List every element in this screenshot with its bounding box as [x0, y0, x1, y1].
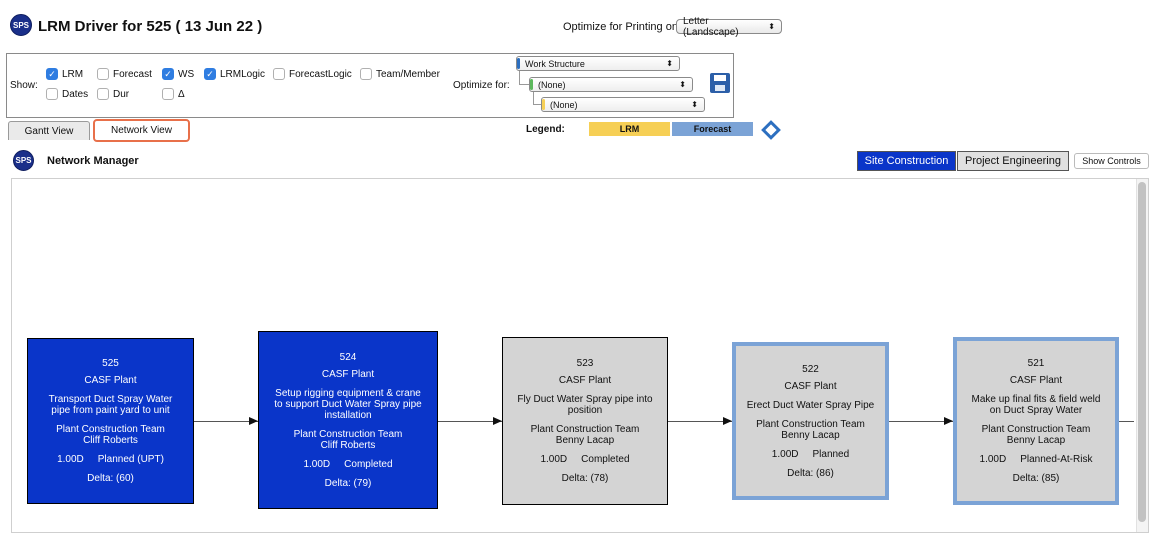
activity-node-525[interactable]: 525 CASF Plant Transport Duct Spray Wate… — [27, 338, 194, 504]
legend-forecast: Forecast — [672, 122, 753, 136]
checkbox-checked-icon: ✓ — [204, 68, 216, 80]
print-layout-select[interactable]: Letter (Landscape) ⬍ — [676, 16, 782, 38]
optimize-select-1[interactable]: Work Structure ⬍ — [516, 56, 680, 71]
checkbox-lrm[interactable]: ✓ LRM — [46, 68, 83, 80]
network-canvas[interactable]: 525 CASF Plant Transport Duct Spray Wate… — [11, 178, 1149, 533]
select-arrows-icon: ⬍ — [679, 79, 686, 89]
select-arrows-icon: ⬍ — [768, 21, 775, 31]
optimize-select-3[interactable]: (None) ⬍ — [541, 97, 705, 112]
checkbox-unchecked-icon — [360, 68, 372, 80]
tab-gantt-view[interactable]: Gantt View — [8, 121, 90, 140]
sps-logo: SPS — [10, 14, 32, 36]
tab-network-view[interactable]: Network View — [93, 119, 190, 142]
checkbox-unchecked-icon — [273, 68, 285, 80]
sps-logo: SPS — [13, 150, 34, 171]
arrow-right-icon — [723, 417, 732, 425]
show-label: Show: — [10, 80, 38, 91]
optimize-select-2[interactable]: (None) ⬍ — [529, 77, 693, 92]
save-icon[interactable] — [710, 73, 730, 93]
arrow-right-icon — [944, 417, 953, 425]
checkbox-lrmlogic[interactable]: ✓ LRMLogic — [204, 68, 265, 80]
activity-node-523[interactable]: 523 CASF Plant Fly Duct Water Spray pipe… — [502, 337, 668, 505]
checkbox-delta[interactable]: Δ — [162, 88, 185, 100]
checkbox-checked-icon: ✓ — [46, 68, 58, 80]
select-arrows-icon: ⬍ — [691, 99, 698, 109]
milestone-diamond-icon — [761, 120, 781, 140]
checkbox-unchecked-icon — [97, 88, 109, 100]
show-controls-button[interactable]: Show Controls — [1074, 153, 1149, 169]
checkbox-team-member[interactable]: Team/Member — [360, 68, 440, 80]
optimize-for-label: Optimize for: — [453, 80, 510, 91]
filter-project-engineering-button[interactable]: Project Engineering — [957, 151, 1069, 171]
checkbox-dates[interactable]: Dates — [46, 88, 88, 100]
checkbox-forecast[interactable]: Forecast — [97, 68, 152, 80]
legend-lrm: LRM — [589, 122, 670, 136]
arrow-right-icon — [249, 417, 258, 425]
print-optimize-label: Optimize for Printing on — [563, 21, 678, 33]
controls-panel: Show: ✓ LRM Forecast ✓ WS ✓ LRMLogic Foreca… — [6, 53, 734, 118]
checkbox-unchecked-icon — [46, 88, 58, 100]
checkbox-checked-icon: ✓ — [162, 68, 174, 80]
activity-node-522[interactable]: 522 CASF Plant Erect Duct Water Spray Pi… — [732, 342, 889, 500]
select-arrows-icon: ⬍ — [666, 58, 673, 68]
arrow-right-icon — [493, 417, 502, 425]
checkbox-ws[interactable]: ✓ WS — [162, 68, 194, 80]
legend-label: Legend: — [526, 124, 565, 135]
checkbox-forecastlogic[interactable]: ForecastLogic — [273, 68, 352, 80]
activity-node-521[interactable]: 521 CASF Plant Make up final fits & fiel… — [953, 337, 1119, 505]
checkbox-unchecked-icon — [162, 88, 174, 100]
dependency-link — [1119, 421, 1134, 422]
network-manager-title: Network Manager — [47, 155, 139, 167]
checkbox-unchecked-icon — [97, 68, 109, 80]
vertical-scrollbar[interactable] — [1136, 179, 1148, 532]
scrollbar-thumb[interactable] — [1138, 182, 1146, 522]
activity-node-524[interactable]: 524 CASF Plant Setup rigging equipment &… — [258, 331, 438, 509]
filter-site-construction-button[interactable]: Site Construction — [857, 151, 956, 171]
checkbox-dur[interactable]: Dur — [97, 88, 129, 100]
page-title: LRM Driver for 525 ( 13 Jun 22 ) — [38, 18, 263, 35]
